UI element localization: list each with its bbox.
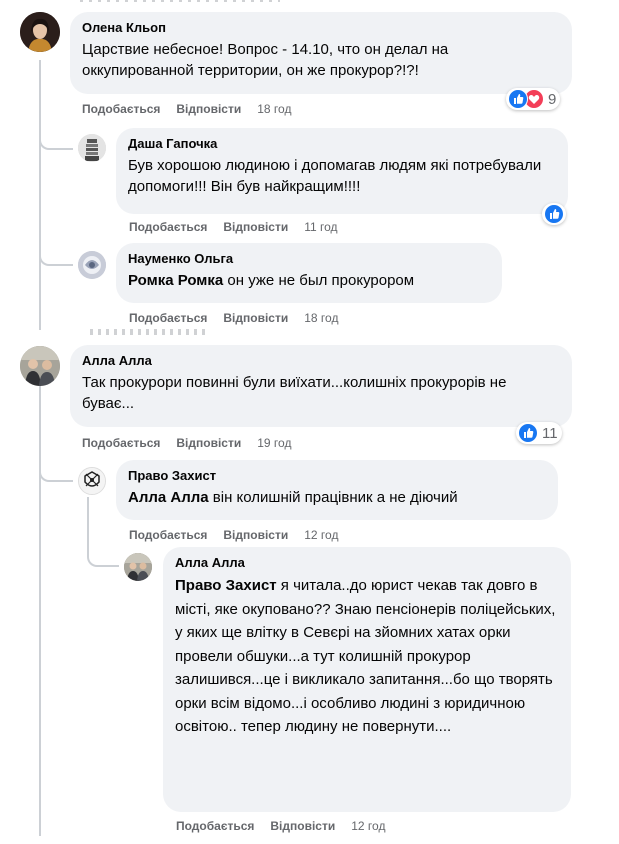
comment-text: Алла Алла він колишній працівник а не ді… <box>128 487 546 508</box>
thread-connector <box>39 240 73 266</box>
mention-link[interactable]: Алла Алла <box>128 489 209 506</box>
reaction-count: 9 <box>548 90 557 108</box>
reply-bubble: Алла Алла Право Захист я читала..до юрис… <box>163 547 571 812</box>
avatar[interactable] <box>78 134 106 162</box>
reply-action[interactable]: Відповісти <box>176 436 241 450</box>
like-action[interactable]: Подобається <box>129 311 207 325</box>
reply-bubble: Науменко Ольга Ромка Ромка он уже не был… <box>116 243 502 303</box>
comment-timestamp[interactable]: 11 год <box>304 220 337 234</box>
like-action[interactable]: Подобається <box>129 528 207 542</box>
mention-link[interactable]: Ромка Ромка <box>128 272 223 289</box>
like-action[interactable]: Подобається <box>129 220 207 234</box>
reaction-summary[interactable] <box>542 203 566 225</box>
comment-actions: Подобається Відповісти 12 год <box>129 527 338 543</box>
comment-author[interactable]: Право Захист <box>128 468 546 484</box>
comment-text: Так прокурори повинні були виїхати...кол… <box>82 374 507 412</box>
comment-text-body: він колишній працівник а не діючий <box>208 489 458 506</box>
comment-timestamp[interactable]: 12 год <box>304 528 338 542</box>
comment-bubble: Олена Кльоп Царствие небесное! Вопрос - … <box>70 12 572 94</box>
like-action[interactable]: Подобається <box>176 819 254 833</box>
comment-author[interactable]: Алла Алла <box>175 555 559 571</box>
avatar[interactable] <box>124 553 152 581</box>
reply-action[interactable]: Відповісти <box>223 220 288 234</box>
comment-actions: Подобається Відповісти 11 год <box>129 219 338 235</box>
like-icon <box>544 204 564 224</box>
comment-author[interactable]: Науменко Ольга <box>128 251 490 267</box>
comment-timestamp[interactable]: 18 год <box>304 311 338 325</box>
comment-author[interactable]: Даша Гапочка <box>128 136 556 152</box>
comment-text-body: я читала..до юрист чекав так довго в міс… <box>175 577 556 735</box>
comment-text: Право Захист я читала..до юрист чекав та… <box>175 574 559 739</box>
reply-bubble: Право Захист Алла Алла він колишній прац… <box>116 460 558 520</box>
comment-bubble: Алла Алла Так прокурори повинні були виї… <box>70 345 572 427</box>
avatar[interactable] <box>78 251 106 279</box>
reply-action[interactable]: Відповісти <box>223 311 288 325</box>
comment-text: Був хорошою людиною і допомагав людям як… <box>128 157 542 195</box>
comment-timestamp[interactable]: 19 год <box>257 436 291 450</box>
like-action[interactable]: Подобається <box>82 102 160 116</box>
comment-author[interactable]: Олена Кльоп <box>82 20 560 36</box>
reply-bubble: Даша Гапочка Був хорошою людиною і допом… <box>116 128 568 214</box>
like-icon <box>518 423 538 443</box>
comment-actions: Подобається Відповісти 18 год <box>82 101 291 117</box>
comment-timestamp[interactable]: 18 год <box>257 102 291 116</box>
comment-timestamp[interactable]: 12 год <box>351 819 385 833</box>
thread-connector <box>39 128 73 150</box>
thread-line <box>39 60 41 330</box>
comment-actions: Подобається Відповісти 19 год <box>82 435 291 451</box>
reply-action[interactable]: Відповісти <box>176 102 241 116</box>
thread-line <box>39 386 41 836</box>
comment-author[interactable]: Алла Алла <box>82 353 560 369</box>
reaction-summary[interactable]: 9 <box>506 88 561 110</box>
comment-text: Ромка Ромка он уже не был прокурором <box>128 270 490 291</box>
reply-action[interactable]: Відповісти <box>223 528 288 542</box>
avatar[interactable] <box>78 467 106 495</box>
thread-line <box>87 497 89 547</box>
like-icon <box>508 89 528 109</box>
reaction-count: 11 <box>542 424 558 442</box>
comment-text: Царствие небесное! Вопрос - 14.10, что о… <box>82 41 449 79</box>
comment-actions: Подобається Відповісти 18 год <box>129 310 338 326</box>
comment-actions: Подобається Відповісти 12 год <box>176 818 385 834</box>
like-action[interactable]: Подобається <box>82 436 160 450</box>
avatar[interactable] <box>20 12 60 52</box>
comment-text-body: он уже не был прокурором <box>223 272 415 289</box>
avatar[interactable] <box>20 346 60 386</box>
thread-connector <box>87 545 119 567</box>
reply-action[interactable]: Відповісти <box>270 819 335 833</box>
cut-off-remnant <box>80 0 280 2</box>
reaction-summary[interactable]: 11 <box>516 422 562 444</box>
partial-row <box>90 329 210 335</box>
thread-connector <box>39 460 73 482</box>
mention-link[interactable]: Право Захист <box>175 577 277 594</box>
